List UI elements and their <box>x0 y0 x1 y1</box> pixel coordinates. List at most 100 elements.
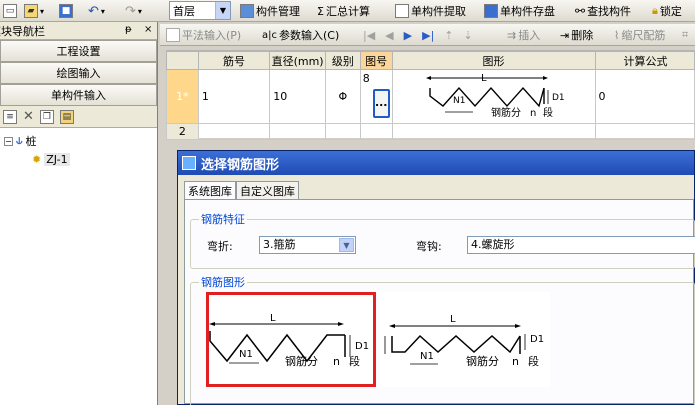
shape-N1-label: N1 <box>239 349 253 360</box>
delete-x-icon[interactable]: ✕ <box>23 109 34 124</box>
new-file-icon[interactable]: ▭ <box>3 2 17 20</box>
scale-rebar-button[interactable]: ⌇ 缩尺配筋 <box>614 26 665 44</box>
shape-D1-label: D1 <box>530 334 544 345</box>
cell-formula[interactable]: 0 <box>594 69 695 124</box>
move-up-icon[interactable]: ⇡ <box>444 29 453 42</box>
shape-group-label: 钢筋图形 <box>199 274 247 290</box>
delete-button[interactable]: ⇥ 删除 <box>560 26 593 44</box>
col-header-diameter[interactable]: 直径(mm) <box>269 51 326 70</box>
component-icon <box>240 4 254 18</box>
col-header-formula[interactable]: 计算公式 <box>594 51 695 70</box>
shape-L-label: L <box>270 313 276 324</box>
save-icon[interactable]: ■ <box>59 2 73 20</box>
pin-icon[interactable]: ᵽ <box>125 24 132 35</box>
rebar-store-button[interactable]: 单构件存盘 <box>484 2 555 20</box>
close-icon[interactable]: × <box>144 24 152 35</box>
delete-icon: ⇥ <box>560 28 570 42</box>
hook-select[interactable]: 4.螺旋形 <box>467 236 695 254</box>
sum-calc-label: 汇总计算 <box>325 5 370 18</box>
bend-label: 弯折: <box>207 240 233 253</box>
cell-formula[interactable] <box>594 123 695 140</box>
sum-calc-button[interactable]: Σ 汇总计算 <box>317 2 370 20</box>
ellipsis-button[interactable]: ... <box>372 89 390 118</box>
tree-item-label: 桩 <box>25 135 37 148</box>
collapse-icon[interactable]: − <box>4 136 13 146</box>
col-header-bar-no[interactable]: 筋号 <box>197 51 271 70</box>
lock-icon: 🔒︎ <box>652 4 658 17</box>
single-input-button[interactable]: 单构件输入 <box>0 84 157 106</box>
zigzag-shape-option-1: L D1 N1 钢筋分 n 段 <box>209 313 369 368</box>
top-toolbar: ▭ ▰ ▾ ■ ↶ ▾ ↷ ▾ 首层 ▼ 构件管理 Σ 汇总计算 单构件提取 单构件存… <box>0 0 695 22</box>
cell-bar-no[interactable]: 1 <box>197 69 271 124</box>
cell-bar-no[interactable] <box>197 123 271 140</box>
move-down-icon[interactable]: ⇣ <box>464 29 473 42</box>
param-input-button[interactable]: a|c 参数输入(C) <box>262 26 339 44</box>
shape-seg-label: 钢筋分 <box>285 354 318 368</box>
tree-item-zj1[interactable]: ✹ ZJ-1 <box>0 150 157 168</box>
cell-fig-no[interactable] <box>359 123 393 140</box>
rebar-grid: 筋号 直径(mm) 级别 图号 图形 计算公式 1* 1 10 Φ 8 ... … <box>166 50 695 140</box>
nav-title: 模块导航栏 <box>0 24 45 38</box>
zigzag-shape-option-2: L D1 N1 钢筋分 n 段 <box>384 314 544 368</box>
col-header-grade[interactable]: 级别 <box>324 51 361 70</box>
row-number[interactable]: 2 <box>166 123 199 140</box>
flat-input-button[interactable]: 平法输入(P) <box>166 26 241 44</box>
param-input-label: 参数输入(C) <box>279 29 340 42</box>
pile-icon: ⫝ <box>16 134 23 147</box>
cell-diameter[interactable] <box>269 123 326 140</box>
feature-group-label: 钢筋特征 <box>199 211 247 227</box>
shape-tile[interactable]: L D1 N1 钢筋分 n 段 <box>380 292 550 387</box>
dialog-title-bar[interactable]: 选择钢筋图形 <box>178 151 694 175</box>
tab-custom-library[interactable]: 自定义图库 <box>236 181 299 199</box>
insert-icon: ⇉ <box>507 28 517 42</box>
shape-D1-label: D1 <box>355 341 369 352</box>
last-record-icon[interactable]: ▶| <box>422 29 434 42</box>
rebar-store-label: 单构件存盘 <box>500 5 555 18</box>
rebar-extract-label: 单构件提取 <box>411 5 466 18</box>
redo-icon[interactable]: ↷ ▾ <box>125 2 142 20</box>
tree-item-pile[interactable]: − ⫝ 桩 <box>0 132 157 150</box>
hook-label: 弯钩: <box>416 240 442 253</box>
main-toolbar: 平法输入(P) a|c 参数输入(C) |◀ ◀ ▶ ▶| ⇡ ⇣ ⇉ 插入 ⇥… <box>160 24 695 46</box>
floor-select[interactable]: 首层 ▼ <box>169 1 231 20</box>
hook-select-value: 4.螺旋形 <box>471 238 515 251</box>
prev-record-icon[interactable]: ◀ <box>385 29 393 42</box>
list-icon[interactable]: ≡ <box>3 109 17 124</box>
cell-diameter[interactable]: 10 <box>269 69 326 124</box>
table-row[interactable]: 1* 1 10 Φ 8 ... L D1 N1 钢筋分 n 段 0 <box>166 69 695 124</box>
undo-icon[interactable]: ↶ ▾ <box>88 2 105 20</box>
shape-tile-selected[interactable]: L D1 N1 钢筋分 n 段 <box>206 292 376 387</box>
shape-seg-unit-label: 段 <box>543 106 553 119</box>
module-nav-panel: 模块导航栏 ᵽ × 工程设置 绘图输入 单构件输入 ≡ ✕ ❐ ▤ − ⫝ 桩 … <box>0 22 158 405</box>
insert-button[interactable]: ⇉ 插入 <box>507 26 540 44</box>
shape-L-label: L <box>481 73 487 84</box>
table-row[interactable]: 2 <box>166 123 695 140</box>
first-record-icon[interactable]: |◀ <box>363 29 375 42</box>
flat-input-icon <box>166 28 180 42</box>
engineering-settings-button[interactable]: 工程设置 <box>0 40 157 62</box>
zigzag-shape-thumbnail: L D1 N1 钢筋分 n 段 <box>425 73 564 119</box>
find-component-button[interactable]: ⚯ 查找构件 <box>575 2 631 20</box>
store-icon <box>484 4 498 18</box>
rebar-extract-button[interactable]: 单构件提取 <box>395 2 466 20</box>
bend-select[interactable]: 3.箍筋 ▼ <box>259 236 356 254</box>
tree-item-label: ZJ-1 <box>44 152 70 166</box>
lock-button[interactable]: 🔒︎ 锁定 <box>652 2 682 20</box>
open-folder-icon[interactable]: ▰ ▾ <box>24 2 44 20</box>
tab-system-library[interactable]: 系统图库 <box>184 181 236 200</box>
cell-grade[interactable] <box>324 123 361 140</box>
component-manage-button[interactable]: 构件管理 <box>240 2 300 20</box>
next-record-icon[interactable]: ▶ <box>404 29 412 42</box>
cell-fig-no[interactable]: 8 ... <box>359 69 393 124</box>
delete-label: 删除 <box>571 29 594 42</box>
col-header-fig-no[interactable]: 图号 <box>359 51 393 70</box>
cell-grade[interactable]: Φ <box>324 69 361 124</box>
chevron-down-icon: ▼ <box>215 2 230 19</box>
shape-n-label: n <box>530 108 536 119</box>
row-number[interactable]: 1* <box>166 69 199 124</box>
drawing-input-button[interactable]: 绘图输入 <box>0 62 157 84</box>
col-header-shape[interactable]: 图形 <box>391 51 596 70</box>
copy-icon[interactable]: ❐ <box>39 109 54 124</box>
more-button[interactable]: ⌗ <box>682 26 688 44</box>
paste-icon[interactable]: ▤ <box>59 109 74 124</box>
